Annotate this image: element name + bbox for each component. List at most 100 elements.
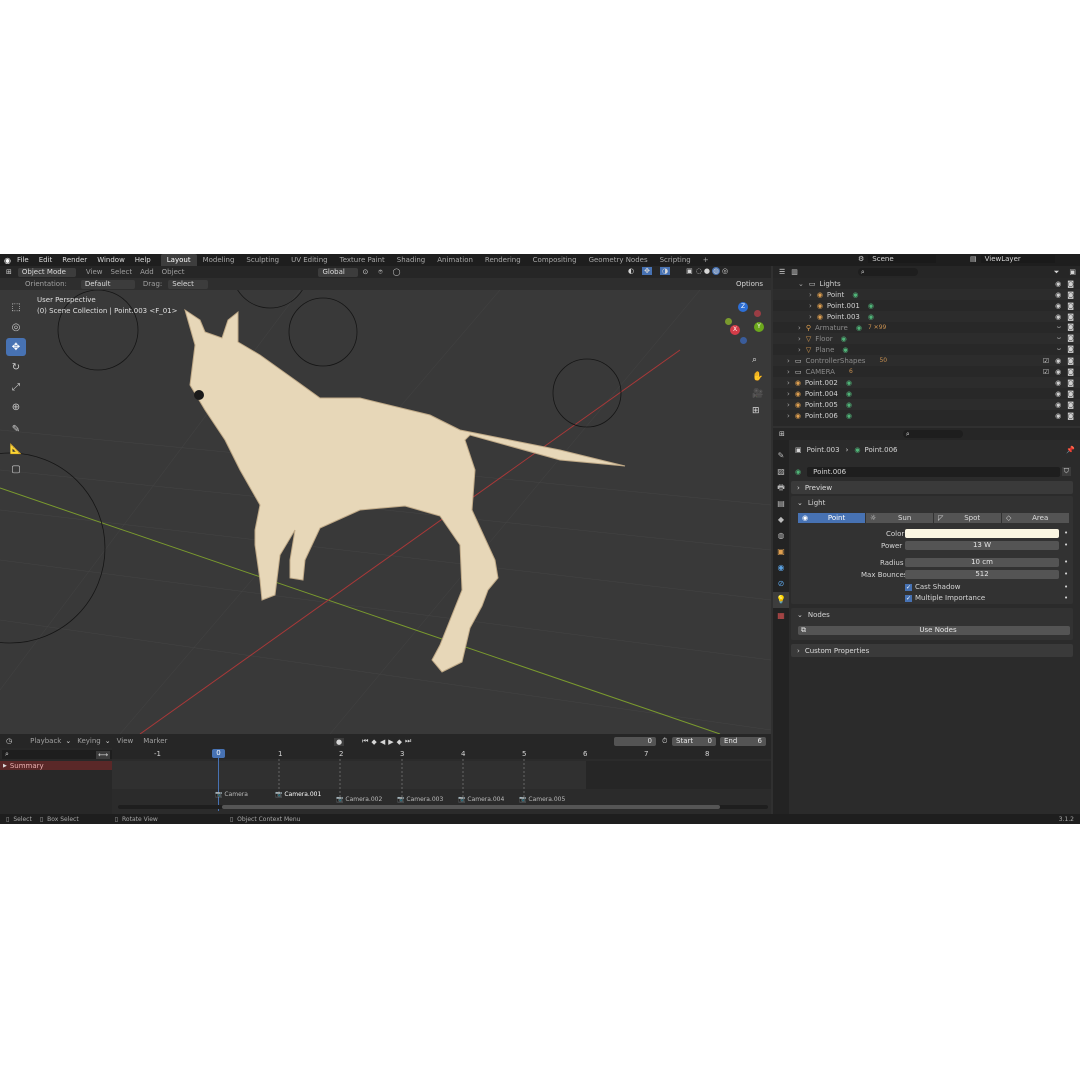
outliner-row-point-005[interactable]: › ◉ Point.005 ◉ ◉ ◙ [773,399,1080,410]
light-data-icon[interactable]: ◉ [868,313,874,321]
render-camera-icon[interactable]: ◙ [1067,291,1074,299]
eye-icon[interactable]: ◉ [1055,313,1061,321]
proportional-edit-icon[interactable]: ◯ [393,268,401,276]
outliner-row-point-002[interactable]: › ◉ Point.002 ◉ ◉ ◙ [773,377,1080,388]
light-type-sun[interactable]: ☼ Sun [866,513,933,523]
light-type-area[interactable]: ◇ Area [1002,513,1069,523]
eye-icon[interactable]: ◉ [1055,390,1061,398]
datablock-name-field[interactable]: Point.006 [807,466,1060,477]
eye-icon[interactable]: ◉ [1055,302,1061,310]
wireframe-shading-icon[interactable]: ◌ [696,267,702,275]
menu-file[interactable]: File [17,256,29,264]
scene-tab-icon[interactable]: ◆ [773,512,789,528]
menu-marker[interactable]: Marker [143,737,167,745]
object-tab-icon[interactable]: ▣ [773,544,789,560]
light-data-icon[interactable]: ◉ [846,379,852,387]
eye-icon[interactable]: ◉ [1055,401,1061,409]
tool-tab-icon[interactable]: ✎ [773,448,789,464]
mode-dropdown[interactable]: Object Mode [17,267,76,277]
pivot-icon[interactable]: ⊙ [362,268,368,276]
outliner-row-point-006[interactable]: › ◉ Point.006 ◉ ◉ ◙ [773,410,1080,421]
measure-tool[interactable]: 📐 [6,440,26,458]
eye-icon[interactable]: ◉ [1055,412,1061,420]
render-camera-icon[interactable]: ◙ [1067,334,1074,343]
material-shading-icon[interactable]: ◍ [711,267,721,275]
gizmo-neg-z-axis[interactable] [740,337,747,344]
move-tool[interactable]: ✥ [6,338,26,356]
outliner-row-armature[interactable]: › ⚲ Armature ◉ 7 ✕99 ⌣ ◙ [773,322,1080,333]
tab-shading[interactable]: Shading [391,254,431,266]
jump-start-icon[interactable]: ⏮ [362,737,368,746]
preview-panel-header[interactable]: › Preview [791,481,1073,494]
cursor-tool[interactable]: ◎ [6,318,26,336]
light-data-tab-icon[interactable]: 💡 [773,592,789,608]
expand-arrow-icon[interactable]: › [787,379,790,387]
render-camera-icon[interactable]: ◙ [1067,280,1074,288]
use-nodes-button[interactable]: ⧉ Use Nodes [798,626,1070,635]
editor-type-icon[interactable]: ⊞ [6,268,12,276]
menu-timeline-view[interactable]: View [117,737,134,745]
add-workspace-button[interactable]: + [697,254,715,266]
tab-layout[interactable]: Layout [160,254,197,266]
menu-window[interactable]: Window [97,256,125,264]
marker-camera-001[interactable]: 📷 Camera.001 [275,791,321,798]
multiple-importance-checkbox[interactable]: ✓ Multiple Importance [905,594,985,602]
datablock-type-icon[interactable]: ◉ [795,468,801,476]
expand-arrow-icon[interactable]: › [809,313,812,321]
render-camera-icon[interactable]: ◙ [1067,390,1074,398]
exclude-checkbox-icon[interactable]: ☑ [1043,357,1049,365]
object-data-icon[interactable]: ◉ [842,346,848,354]
rotate-tool[interactable]: ↻ [6,358,26,376]
select-box-tool[interactable]: ⬚ [6,298,26,316]
gizmo-y-axis[interactable]: Y [754,322,764,332]
multiple-importance-keyframe-dot[interactable]: • [1064,594,1068,602]
outliner-row-point-004[interactable]: › ◉ Point.004 ◉ ◉ ◙ [773,388,1080,399]
light-data-icon[interactable]: ◉ [868,302,874,310]
pin-icon[interactable]: 📌 [1066,446,1075,454]
outliner-row-plane[interactable]: › ▽ Plane ◉ ⌣ ◙ [773,344,1080,355]
expand-arrow-icon[interactable]: › [798,335,801,343]
render-camera-icon[interactable]: ◙ [1067,313,1074,321]
eye-icon[interactable]: ◉ [1055,368,1061,376]
expand-arrow-icon[interactable]: › [787,368,790,376]
light-panel-header[interactable]: ⌄ Light [791,496,1073,509]
expand-arrow-icon[interactable]: › [787,401,790,409]
outliner-row-point-001[interactable]: › ◉ Point.001 ◉ ◉ ◙ [773,300,1080,311]
light-data-icon[interactable]: ◉ [852,291,858,299]
3d-viewport[interactable]: User Perspective (0) Scene Collection | … [0,290,771,734]
record-icon[interactable]: ● [334,737,345,746]
radius-keyframe-dot[interactable]: • [1064,558,1068,566]
expand-arrow-icon[interactable]: › [787,412,790,420]
properties-search[interactable]: ⌕ [902,430,963,438]
eye-icon[interactable]: ◉ [1055,280,1061,288]
menu-add[interactable]: Add [140,268,154,276]
radius-field[interactable]: 10 cm [905,558,1059,567]
tab-rendering[interactable]: Rendering [479,254,527,266]
menu-keying[interactable]: Keying [77,737,101,745]
custom-properties-header[interactable]: › Custom Properties [791,644,1073,657]
view-layer-tab-icon[interactable]: ▤ [773,496,789,512]
overlay-toggle-icon[interactable]: ◑ [659,267,671,275]
eye-icon[interactable]: ◉ [1055,379,1061,387]
menu-view[interactable]: View [86,268,103,276]
constraints-tab-icon[interactable]: ⊘ [773,576,789,592]
gizmo-z-axis[interactable]: Z [738,302,748,312]
object-data-icon[interactable]: ◉ [856,324,862,332]
tab-animation[interactable]: Animation [431,254,479,266]
expand-arrow-icon[interactable]: › [809,291,812,299]
start-frame-field[interactable]: Start 0 [672,737,716,746]
timeline-scrollbar-thumb[interactable] [222,805,720,809]
solid-shading-icon[interactable]: ● [704,267,710,275]
rendered-shading-icon[interactable]: ◎ [722,267,728,275]
render-camera-icon[interactable]: ◙ [1067,345,1074,354]
gizmo-toggle-icon[interactable]: ✥ [642,267,652,275]
outliner-row-floor[interactable]: › ▽ Floor ◉ ⌣ ◙ [773,333,1080,344]
outliner-row-point-003[interactable]: › ◉ Point.003 ◉ ◉ ◙ [773,311,1080,322]
texture-tab-icon[interactable]: ▦ [773,608,789,624]
next-keyframe-icon[interactable]: ◆ [397,738,402,746]
outliner-search[interactable]: ⌕ [857,268,918,276]
tab-compositing[interactable]: Compositing [527,254,583,266]
visibility-icon[interactable]: ◐ [628,267,634,275]
light-type-spot[interactable]: ◸ Spot [934,513,1001,523]
nodes-panel-header[interactable]: ⌄ Nodes [791,608,1073,621]
